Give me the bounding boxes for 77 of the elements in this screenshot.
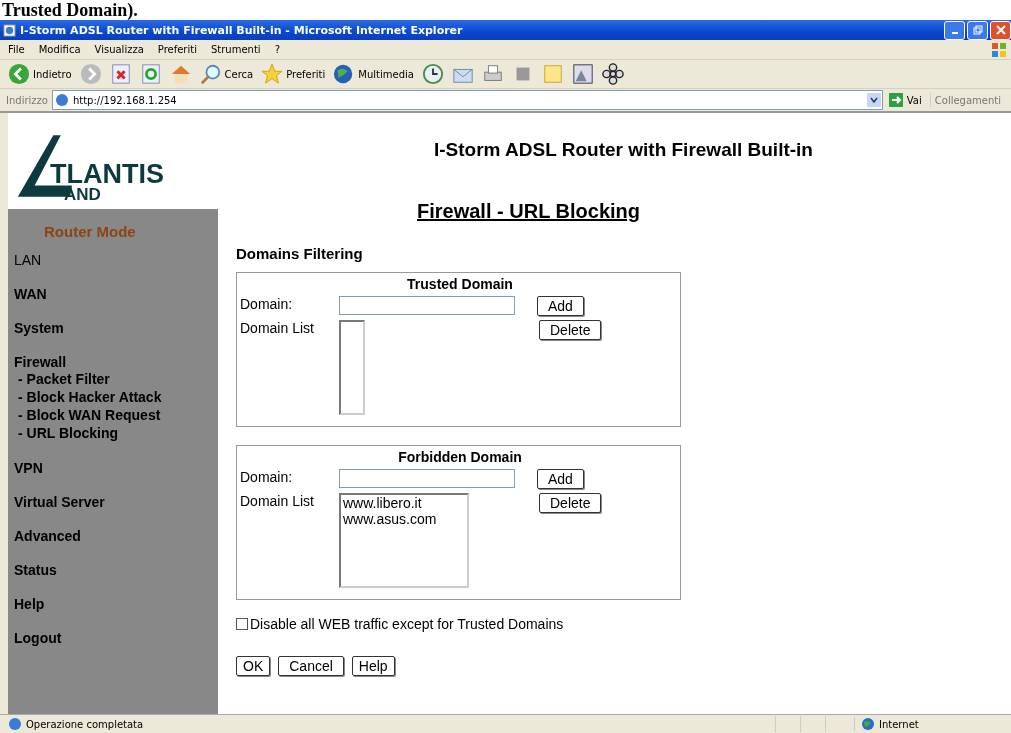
page-heading: I-Storm ADSL Router with Firewall Built-in	[433, 139, 814, 162]
address-label: Indirizzo	[6, 94, 48, 106]
checkbox-label: Disable all WEB traffic except for Trusted Domains	[250, 616, 564, 632]
form-button[interactable]: Cancel	[278, 656, 344, 676]
browser-icon	[3, 23, 16, 37]
toolbar-button[interactable]: Preferiti	[261, 63, 326, 85]
sidebar-link[interactable]: LAN	[14, 252, 42, 268]
menu-item[interactable]: Visualizza	[94, 44, 144, 55]
field-label: Domain:	[240, 296, 294, 312]
menu-item[interactable]: Modifica	[38, 44, 81, 55]
close-button[interactable]	[990, 20, 1011, 40]
domain-list[interactable]	[339, 320, 365, 415]
page-icon	[54, 93, 69, 107]
status-text: Operazione completata	[26, 718, 144, 730]
toolbar-button[interactable]: Cerca	[199, 63, 254, 85]
window-title: I-Storm ADSL Router with Firewall Built-in - Microsoft Internet Explorer	[20, 23, 464, 37]
history-icon[interactable]	[421, 63, 444, 85]
sidebar-link[interactable]: Help	[14, 596, 45, 612]
domain-input-field[interactable]	[339, 296, 515, 315]
home-icon[interactable]	[169, 63, 192, 85]
toolbar-button[interactable]: Indietro	[8, 63, 72, 85]
menu-item[interactable]: Preferiti	[157, 44, 197, 55]
panel-title: Forbidden Domain	[397, 449, 523, 465]
document-caption: Trusted Domain).	[1, 0, 138, 20]
sidebar-sublink[interactable]: - Block WAN Request	[14, 406, 161, 424]
field-label: Domain:	[240, 469, 294, 485]
star-icon	[261, 63, 284, 85]
restore-icon	[972, 25, 983, 35]
go-button[interactable]: Vai	[886, 93, 931, 107]
minimize-icon	[951, 32, 958, 34]
sidebar-link[interactable]: VPN	[14, 460, 43, 476]
field-label: Domain List	[240, 320, 315, 336]
menu-item[interactable]: File	[8, 44, 25, 55]
menu-item[interactable]: Strumenti	[210, 44, 261, 55]
refresh-icon[interactable]	[139, 63, 162, 85]
sidebar-link[interactable]: Virtual Server	[14, 494, 105, 510]
domain-input-field[interactable]	[339, 469, 515, 488]
checkbox[interactable]	[236, 618, 248, 630]
sidebar-link[interactable]: System	[14, 320, 64, 336]
links-label[interactable]: Collegamenti	[934, 94, 1011, 106]
delete-button[interactable]: Delete	[539, 493, 602, 513]
sidebar-link[interactable]: Firewall	[14, 354, 67, 370]
delete-button[interactable]: Delete	[539, 320, 602, 340]
dropdown-icon[interactable]	[866, 93, 881, 107]
sidebar-sublink[interactable]: - URL Blocking	[14, 424, 119, 442]
security-zone: Internet	[879, 718, 919, 730]
arrow-icon	[888, 93, 903, 107]
domain-list[interactable]: www.libero.it www.asus.com	[339, 493, 469, 588]
sidebar-link[interactable]: Logout	[14, 630, 62, 646]
form-button[interactable]: Help	[351, 656, 395, 676]
sidebar-link[interactable]: Status	[14, 562, 57, 578]
toolbar-button[interactable]: Multimedia	[333, 63, 414, 85]
list-entry[interactable]: www.libero.it	[341, 495, 467, 511]
router-mode-label: Router Mode	[43, 223, 137, 240]
sidebar-link[interactable]: WAN	[14, 286, 47, 302]
sidebar-sublink[interactable]: - Packet Filter	[14, 370, 110, 388]
list-entry[interactable]: www.asus.com	[341, 511, 467, 527]
add-button[interactable]: Add	[537, 469, 584, 489]
windows-flag-icon	[991, 41, 1007, 58]
add-button[interactable]: Add	[537, 296, 584, 316]
search-icon	[199, 63, 222, 85]
field-label: Domain List	[240, 493, 315, 509]
panel-title: Trusted Domain	[406, 276, 514, 292]
close-icon	[995, 25, 1006, 35]
minimize-button[interactable]	[944, 20, 965, 40]
sidebar-sublink[interactable]: - Block Hacker Attack	[14, 388, 162, 406]
stop-icon[interactable]	[109, 63, 132, 85]
section-title: Domains Filtering	[236, 245, 363, 262]
address-field[interactable]: http://192.168.1.254	[51, 90, 883, 110]
flower-icon[interactable]	[601, 63, 624, 85]
globe-icon	[861, 717, 875, 731]
menu-item[interactable]: ?	[274, 44, 280, 55]
page-icon	[8, 717, 22, 731]
form-button[interactable]: OK	[236, 656, 271, 676]
restore-button[interactable]	[967, 20, 988, 40]
sidebar-link[interactable]: Advanced	[14, 528, 81, 544]
page-title: Firewall - URL Blocking	[416, 200, 641, 223]
